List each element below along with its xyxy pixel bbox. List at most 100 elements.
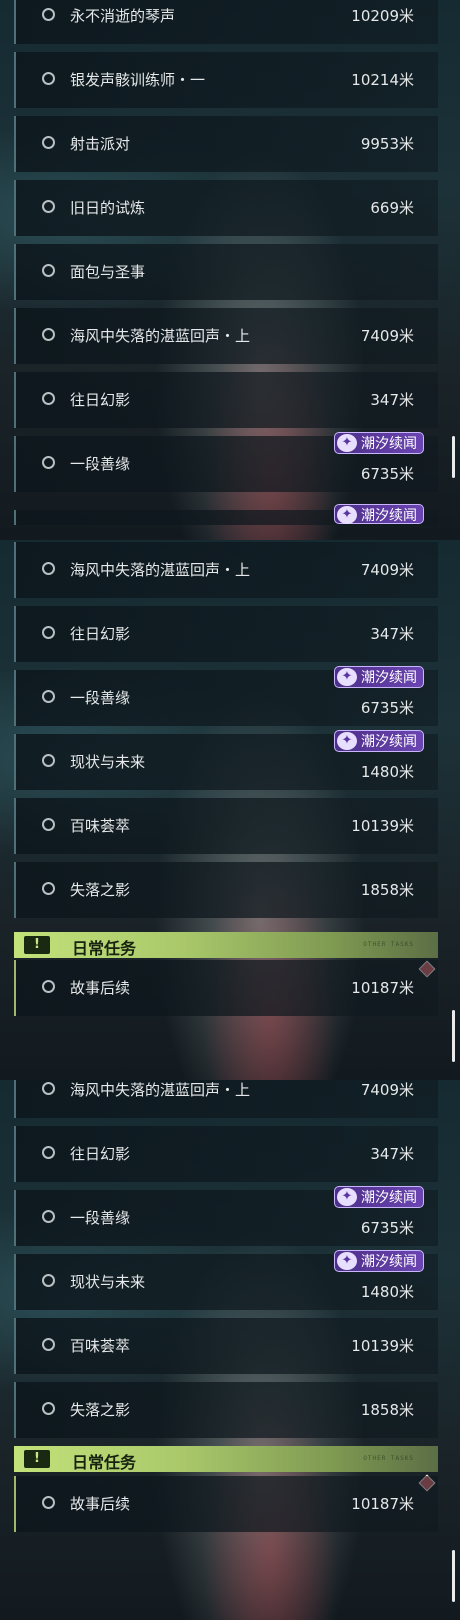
quest-row[interactable]: 百味荟萃 10139米 [14,1318,438,1374]
quest-name: 银发声骸训练师・一 [70,71,206,89]
quest-distance: 6735米 [360,465,414,483]
quest-name: 海风中失落的湛蓝回声・上 [70,327,251,345]
quest-distance: 347米 [370,625,414,643]
quest-name: 一段善缘 [70,689,131,707]
quest-distance: 10139米 [351,817,414,835]
scrollbar-thumb[interactable] [452,436,455,478]
section-header-daily[interactable]: ! 日常任务 OTHER TASKS [14,1446,438,1472]
quest-distance: 7409米 [360,1081,414,1099]
quest-row[interactable]: ✦ 潮汐续闻 一段善缘 6735米 [14,666,438,726]
quest-distance: 1858米 [360,881,414,899]
quest-row[interactable]: 银发声骸训练师・一 10214米 [14,52,438,108]
swirl-icon: ✦ [337,732,357,750]
quest-row[interactable]: 海风中失落的湛蓝回声・上 7409米 [14,542,438,598]
tide-story-tag: ✦ 潮汐续闻 [334,432,424,454]
exclamation-icon: ! [24,936,50,954]
quest-distance: 347米 [370,1145,414,1163]
quest-name: 永不消逝的琴声 [70,7,176,25]
quest-row[interactable]: 往日幻影 347米 [14,372,438,428]
quest-list-panel-2: 海风中失落的湛蓝回声・上 7409米 往日幻影 347米 ✦ 潮汐续闻 一段善缘… [0,540,460,1080]
quest-list-panel-1: 永不消逝的琴声 10209米 银发声骸训练师・一 10214米 射击派对 995… [0,0,460,540]
quest-name: 往日幻影 [70,625,131,643]
section-title: 日常任务 [72,1453,137,1472]
swirl-icon: ✦ [337,1188,357,1206]
quest-row-partial[interactable]: ✦ 潮汐续闻 [14,504,438,525]
tag-label: 潮汐续闻 [361,436,417,452]
quest-distance: 9953米 [360,135,414,153]
radio-circle-icon [42,1210,55,1223]
radio-circle-icon [42,1082,55,1095]
quest-row[interactable]: 永不消逝的琴声 10209米 [14,0,438,44]
quest-distance: 10214米 [351,71,414,89]
swirl-icon: ✦ [337,668,357,686]
quest-name: 失落之影 [70,1401,131,1419]
radio-circle-icon [42,1338,55,1351]
quest-row[interactable]: 失落之影 1858米 [14,862,438,918]
radio-circle-icon [42,264,55,277]
quest-distance: 1858米 [360,1401,414,1419]
radio-circle-icon [42,72,55,85]
quest-name: 失落之影 [70,881,131,899]
quest-row[interactable]: ✦ 潮汐续闻 现状与未来 1480米 [14,730,438,790]
tag-label: 潮汐续闻 [361,508,417,524]
quest-name: 海风中失落的湛蓝回声・上 [70,1081,251,1099]
quest-distance: 10209米 [351,7,414,25]
swirl-icon: ✦ [337,506,357,524]
quest-row[interactable]: ✦ 潮汐续闻 现状与未来 1480米 [14,1250,438,1310]
tide-story-tag: ✦ 潮汐续闻 [334,504,424,524]
tag-label: 潮汐续闻 [361,1254,417,1270]
exclamation-icon: ! [24,1450,50,1468]
quest-row[interactable]: ✦ 潮汐续闻 一段善缘 6735米 [14,432,438,492]
quest-name: 射击派对 [70,135,131,153]
radio-circle-icon [42,882,55,895]
quest-name: 面包与圣事 [70,263,146,281]
radio-circle-icon [42,818,55,831]
quest-name: 往日幻影 [70,391,131,409]
quest-row[interactable]: 面包与圣事 [14,244,438,300]
tag-label: 潮汐续闻 [361,1190,417,1206]
quest-distance: 6735米 [360,699,414,717]
quest-name: 一段善缘 [70,455,131,473]
quest-distance: 7409米 [360,561,414,579]
swirl-icon: ✦ [337,1252,357,1270]
radio-circle-icon [42,456,55,469]
quest-row[interactable]: 射击派对 9953米 [14,116,438,172]
quest-name: 百味荟萃 [70,817,131,835]
quest-name: 故事后续 [70,979,131,997]
quest-distance: 347米 [370,391,414,409]
quest-row[interactable]: 失落之影 1858米 [14,1382,438,1438]
quest-list-panel-3: 海风中失落的湛蓝回声・上 7409米 往日幻影 347米 ✦ 潮汐续闻 一段善缘… [0,1080,460,1620]
scrollbar-thumb[interactable] [452,1550,455,1602]
quest-row[interactable]: 往日幻影 347米 [14,606,438,662]
swirl-icon: ✦ [337,434,357,452]
quest-distance: 1480米 [360,1283,414,1301]
radio-circle-icon [42,392,55,405]
radio-circle-icon [42,754,55,767]
quest-distance: 6735米 [360,1219,414,1237]
quest-row[interactable]: 旧日的试炼 669米 [14,180,438,236]
quest-distance: 10187米 [351,1495,414,1513]
radio-circle-icon [42,328,55,341]
radio-circle-icon [42,626,55,639]
quest-row[interactable]: 海风中失落的湛蓝回声・上 7409米 [14,1080,438,1118]
quest-name: 现状与未来 [70,1273,146,1291]
radio-circle-icon [42,1402,55,1415]
quest-row[interactable]: 故事后续 10187米 [14,1476,438,1532]
quest-row[interactable]: 海风中失落的湛蓝回声・上 7409米 [14,308,438,364]
section-decoration: OTHER TASKS [363,1455,414,1462]
radio-circle-icon [42,1146,55,1159]
quest-name: 旧日的试炼 [70,199,146,217]
quest-row[interactable]: 故事后续 10187米 [14,960,438,1016]
quest-row[interactable]: ✦ 潮汐续闻 一段善缘 6735米 [14,1186,438,1246]
quest-row[interactable]: 往日幻影 347米 [14,1126,438,1182]
scrollbar-thumb[interactable] [452,1010,455,1062]
radio-circle-icon [42,8,55,21]
quest-row[interactable]: 百味荟萃 10139米 [14,798,438,854]
quest-name: 海风中失落的湛蓝回声・上 [70,561,251,579]
section-header-daily[interactable]: ! 日常任务 OTHER TASKS [14,932,438,958]
quest-distance: 10187米 [351,979,414,997]
tide-story-tag: ✦ 潮汐续闻 [334,1250,424,1272]
quest-distance: 1480米 [360,763,414,781]
quest-name: 一段善缘 [70,1209,131,1227]
radio-circle-icon [42,200,55,213]
